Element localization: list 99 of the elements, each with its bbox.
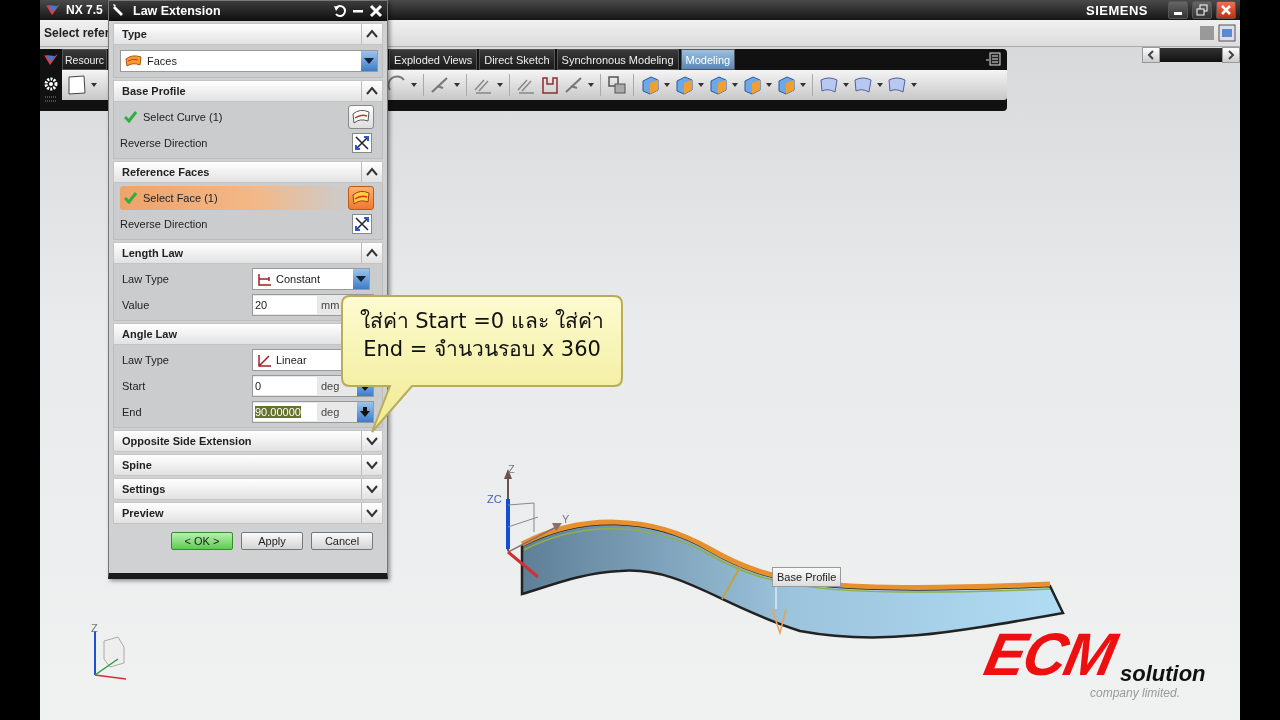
field-label: Law Type [121, 273, 170, 285]
window-title: NX 7.5 [66, 3, 103, 17]
sheet-icon[interactable] [886, 74, 908, 96]
section-header[interactable]: Base Profile [113, 80, 383, 102]
collapse-caret-icon[interactable] [366, 86, 378, 96]
field-label: End [121, 406, 143, 418]
frame-icon[interactable] [539, 74, 561, 96]
field-label: Value [121, 299, 151, 311]
curve-icon [351, 108, 371, 126]
type-dropdown[interactable]: Faces [120, 50, 378, 72]
label-tag: Base Profile [772, 567, 842, 587]
law-type-dropdown[interactable]: Constant [252, 268, 370, 290]
scroll-right-button[interactable] [1222, 47, 1240, 63]
logo-text: solution [1120, 663, 1206, 685]
field-label: Start [121, 380, 147, 392]
cube-icon[interactable] [639, 74, 661, 96]
apply-button[interactable]: Apply [241, 532, 303, 550]
cancel-button[interactable]: Cancel [311, 532, 373, 550]
section-header[interactable]: Spine [113, 454, 383, 476]
constant-graph-icon [257, 271, 272, 287]
toolbar-tab[interactable]: Synchronous Modeling [556, 49, 679, 70]
reverse-direction-button[interactable] [352, 133, 372, 153]
section-header[interactable]: Preview [113, 502, 383, 524]
dialog-title: Law Extension [133, 4, 222, 18]
reverse-arrows-icon [354, 216, 370, 232]
face-icon [125, 54, 143, 68]
axis-label: Z [508, 463, 515, 475]
scroll-left-button[interactable] [1142, 47, 1160, 63]
caret-icon[interactable] [496, 81, 504, 89]
toolbar-tab[interactable]: Exploded Views [389, 49, 478, 70]
ok-button[interactable]: < OK > [171, 532, 233, 550]
expand-caret-icon[interactable] [366, 508, 378, 518]
squares-icon[interactable] [606, 74, 628, 96]
logo-text: ECM [979, 623, 1121, 687]
collapse-caret-icon[interactable] [366, 248, 378, 258]
select-object-button[interactable] [348, 105, 374, 129]
section-header[interactable]: Length Law [113, 242, 383, 264]
grip-icon[interactable] [44, 96, 58, 102]
selection-step[interactable]: Select Curve (1) [120, 105, 348, 129]
brand-label: SIEMENS [1086, 2, 1148, 18]
caret-icon[interactable] [697, 81, 705, 89]
status-square [1200, 26, 1214, 40]
menu-icon[interactable] [985, 52, 1001, 66]
cube-icon[interactable] [741, 74, 763, 96]
restore-icon [1196, 4, 1208, 16]
reverse-direction-button[interactable] [352, 214, 372, 234]
minimize-icon [1174, 12, 1182, 15]
field-label: Reverse Direction [120, 218, 209, 230]
reset-icon[interactable] [333, 4, 347, 18]
caret-icon[interactable] [731, 81, 739, 89]
collapse-caret-icon[interactable] [366, 29, 378, 39]
caret-icon[interactable] [587, 81, 595, 89]
chevron-right-icon [1227, 50, 1235, 60]
pencil-icon [113, 4, 125, 18]
sheet-icon[interactable] [852, 74, 874, 96]
field-label: Law Type [121, 354, 170, 366]
section-header[interactable]: Settings [113, 478, 383, 500]
dropdown-arrow-icon [356, 275, 366, 283]
section-header[interactable]: Type [113, 23, 383, 45]
toolbar-tab[interactable]: Direct Sketch [479, 49, 555, 70]
caret-icon[interactable] [90, 81, 98, 89]
collapse-caret-icon[interactable] [366, 167, 378, 177]
fit-view-icon[interactable] [1218, 24, 1236, 42]
cue-line: Select refer [44, 26, 110, 40]
cube-icon[interactable] [673, 74, 695, 96]
dropdown-arrow-icon [364, 57, 374, 65]
axis-label: Y [562, 513, 570, 525]
expand-caret-icon[interactable] [366, 460, 378, 470]
settings-icon[interactable] [43, 76, 59, 92]
caret-icon[interactable] [765, 81, 773, 89]
field-label: Reverse Direction [120, 137, 209, 149]
axis-label: ZC [487, 493, 502, 505]
close-icon[interactable] [369, 4, 383, 18]
axis-label: Z [91, 622, 98, 634]
caret-icon[interactable] [799, 81, 807, 89]
sheet-icon[interactable] [818, 74, 840, 96]
expand-caret-icon[interactable] [366, 436, 378, 446]
reverse-arrows-icon [354, 135, 370, 151]
close-icon [1220, 4, 1232, 16]
linear-graph-icon [257, 352, 272, 368]
caret-icon[interactable] [410, 81, 418, 89]
caret-icon[interactable] [842, 81, 850, 89]
caret-icon[interactable] [453, 81, 461, 89]
logo-tagline: company limited. [1090, 687, 1181, 700]
caret-icon[interactable] [876, 81, 884, 89]
section-header[interactable]: Reference Faces [113, 161, 383, 183]
caret-icon[interactable] [910, 81, 918, 89]
face-icon [351, 189, 371, 207]
expand-caret-icon[interactable] [366, 484, 378, 494]
cube-icon[interactable] [775, 74, 797, 96]
section-header[interactable]: Opposite Side Extension [113, 430, 383, 452]
select-object-button[interactable] [348, 186, 374, 210]
chevron-left-icon [1147, 50, 1155, 60]
caret-icon[interactable] [663, 81, 671, 89]
restore-button[interactable] [1192, 1, 1212, 19]
toolbar-tab[interactable]: Resourc [62, 49, 108, 70]
close-button[interactable] [1216, 1, 1236, 19]
cube-icon[interactable] [707, 74, 729, 96]
minimize-button[interactable] [1168, 1, 1188, 19]
